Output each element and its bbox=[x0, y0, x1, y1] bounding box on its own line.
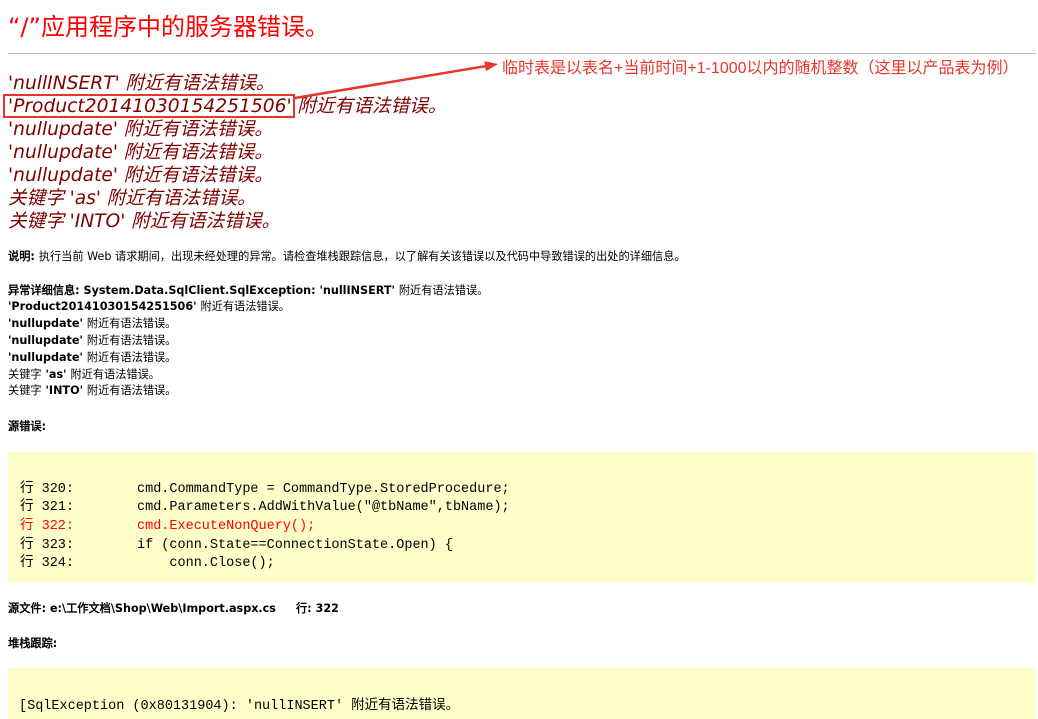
error-suffix: 附近有语法错误。 bbox=[123, 165, 273, 186]
code-text: cmd.CommandType = CommandType.StoredProc… bbox=[137, 481, 510, 497]
source-code-line: 行 324: conn.Close(); bbox=[20, 555, 510, 574]
page-title: “/”应用程序中的服务器错误。 bbox=[8, 13, 329, 41]
annotation-arrow bbox=[293, 61, 498, 100]
error-keyword-prefix: 关键字 bbox=[8, 188, 64, 209]
source-file-label: 源文件: bbox=[8, 601, 47, 615]
error-keyword-prefix: 关键字 bbox=[8, 211, 64, 232]
error-token: 'INTO' bbox=[45, 384, 84, 398]
source-file-info: 源文件: e:\工作文档\Shop\Web\Import.aspx.cs 行: 322 bbox=[8, 601, 339, 618]
error-suffix: 附近有语法错误。 bbox=[398, 283, 489, 297]
code-text: cmd.ExecuteNonQuery(); bbox=[137, 518, 316, 534]
exception-details-line: 'nullupdate' 附近有语法错误。 bbox=[8, 350, 488, 367]
error-token: 'nullupdate' bbox=[8, 119, 119, 140]
error-suffix: 附近有语法错误。 bbox=[106, 188, 256, 209]
error-keyword-prefix: 关键字 bbox=[8, 367, 42, 381]
source-line-number: 322 bbox=[315, 601, 339, 615]
stack-trace-label-text: 堆栈跟踪: bbox=[8, 636, 58, 650]
error-suffix: 附近有语法错误。 bbox=[130, 211, 281, 232]
exception-details-line: 异常详细信息: System.Data.SqlClient.SqlExceptio… bbox=[8, 283, 488, 300]
error-heading: 'nullupdate' 附近有语法错误。 bbox=[8, 118, 568, 141]
error-keyword-prefix: 关键字 bbox=[8, 384, 42, 398]
exception-details-line: 关键字 'INTO' 附近有语法错误。 bbox=[8, 383, 488, 400]
error-heading: 'nullupdate' 附近有语法错误。 bbox=[8, 164, 568, 187]
source-code-block: 行 320: cmd.CommandType = CommandType.Stor… bbox=[8, 452, 1036, 583]
exception-details-line: 'nullupdate' 附近有语法错误。 bbox=[8, 316, 488, 333]
source-code-line: 行 321: cmd.Parameters.AddWithValue("@tbNa… bbox=[20, 499, 510, 518]
source-code-line: 行 322: cmd.ExecuteNonQuery(); bbox=[20, 518, 510, 537]
error-heading: 'nullupdate' 附近有语法错误。 bbox=[8, 141, 568, 164]
code-text: if (conn.State==ConnectionState.Open) { bbox=[137, 537, 453, 553]
error-token: 'nullupdate' bbox=[8, 165, 119, 186]
line-number-label: 行 322: bbox=[20, 518, 75, 534]
error-heading: 关键字'as' 附近有语法错误。 bbox=[8, 187, 568, 210]
line-number-label: 行 324: bbox=[20, 556, 75, 572]
exception-details-line: 'Product20141030154251506' 附近有语法错误。 bbox=[8, 299, 488, 316]
description-label: 说明: bbox=[8, 249, 35, 263]
stack-trace-label: 堆栈跟踪: bbox=[8, 636, 57, 653]
stack-trace-line: [SqlException (0x80131904): 'nullINSERT'… bbox=[19, 698, 460, 714]
error-suffix: 附近有语法错误。 bbox=[86, 350, 177, 364]
error-token: 'nullupdate' bbox=[8, 333, 83, 347]
source-code-lines: 行 320: cmd.CommandType = CommandType.Stor… bbox=[20, 481, 510, 574]
line-number-label: 行 323: bbox=[20, 537, 75, 553]
error-suffix: 附近有语法错误。 bbox=[86, 317, 177, 331]
error-suffix: 附近有语法错误。 bbox=[123, 142, 273, 163]
error-suffix: 附近有语法错误。 bbox=[125, 73, 275, 94]
code-text: cmd.Parameters.AddWithValue("@tbName",tb… bbox=[137, 500, 510, 516]
error-token: 'nullupdate' bbox=[8, 350, 83, 364]
description: 说明: 执行当前 Web 请求期间，出现未经处理的异常。请检查堆栈跟踪信息，以了解… bbox=[8, 249, 686, 266]
error-token: 'INTO' bbox=[69, 211, 126, 232]
exception-details-line: 'nullupdate' 附近有语法错误。 bbox=[8, 333, 488, 350]
stack-trace-lines: [SqlException (0x80131904): 'nullINSERT'… bbox=[19, 698, 459, 717]
title-divider bbox=[8, 53, 1036, 54]
source-code-line: 行 320: cmd.CommandType = CommandType.Stor… bbox=[20, 481, 510, 500]
annotation-arrow-head bbox=[484, 61, 498, 72]
exception-details-label: 异常详细信息: bbox=[8, 283, 80, 297]
error-token: 'as' bbox=[69, 188, 101, 209]
source-file-path: e:\工作文档\Shop\Web\Import.aspx.cs bbox=[49, 601, 276, 615]
error-heading: 关键字 'INTO' 附近有语法错误。 bbox=[8, 210, 568, 233]
description-text: 执行当前 Web 请求期间，出现未经处理的异常。请检查堆栈跟踪信息，以了解有关该… bbox=[38, 249, 686, 263]
source-code-line: 行 323: if (conn.State==ConnectionState.Op… bbox=[20, 537, 510, 556]
exception-type: System.Data.SqlClient.SqlException: bbox=[83, 283, 316, 297]
source-error-label: 源错误: bbox=[8, 419, 46, 436]
source-line-label: 行: bbox=[295, 601, 312, 615]
source-error-label-text: 源错误: bbox=[8, 419, 47, 433]
error-suffix: 附近有语法错误。 bbox=[123, 119, 273, 140]
error-token: 'nullupdate' bbox=[8, 317, 83, 331]
error-suffix: 附近有语法错误。 bbox=[86, 333, 177, 347]
error-suffix: 附近有语法错误。 bbox=[86, 384, 177, 398]
annotation-note: 临时表是以表名+当前时间+1-1000以内的随机整数（这里以产品表为例） bbox=[502, 60, 1019, 77]
code-text: conn.Close(); bbox=[137, 556, 275, 572]
error-token: 'nullupdate' bbox=[8, 142, 119, 163]
error-suffix: 附近有语法错误。 bbox=[200, 300, 290, 314]
exception-details: 异常详细信息: System.Data.SqlClient.SqlExceptio… bbox=[8, 283, 488, 401]
line-number-label: 行 321: bbox=[20, 500, 75, 516]
exception-details-line: 关键字'as' 附近有语法错误。 bbox=[8, 367, 488, 384]
error-token: 'nullINSERT' bbox=[8, 73, 120, 94]
error-token: 'nullINSERT' bbox=[319, 283, 395, 297]
error-token: 'Product20141030154251506' bbox=[8, 300, 197, 314]
annotation-arrow-shaft bbox=[293, 64, 487, 100]
error-suffix: 附近有语法错误。 bbox=[70, 367, 160, 381]
line-number-label: 行 320: bbox=[20, 481, 75, 497]
stack-trace-block: [SqlException (0x80131904): 'nullINSERT'… bbox=[8, 668, 1036, 719]
annotation-highlight-box bbox=[3, 94, 295, 118]
error-token: 'as' bbox=[45, 367, 67, 381]
